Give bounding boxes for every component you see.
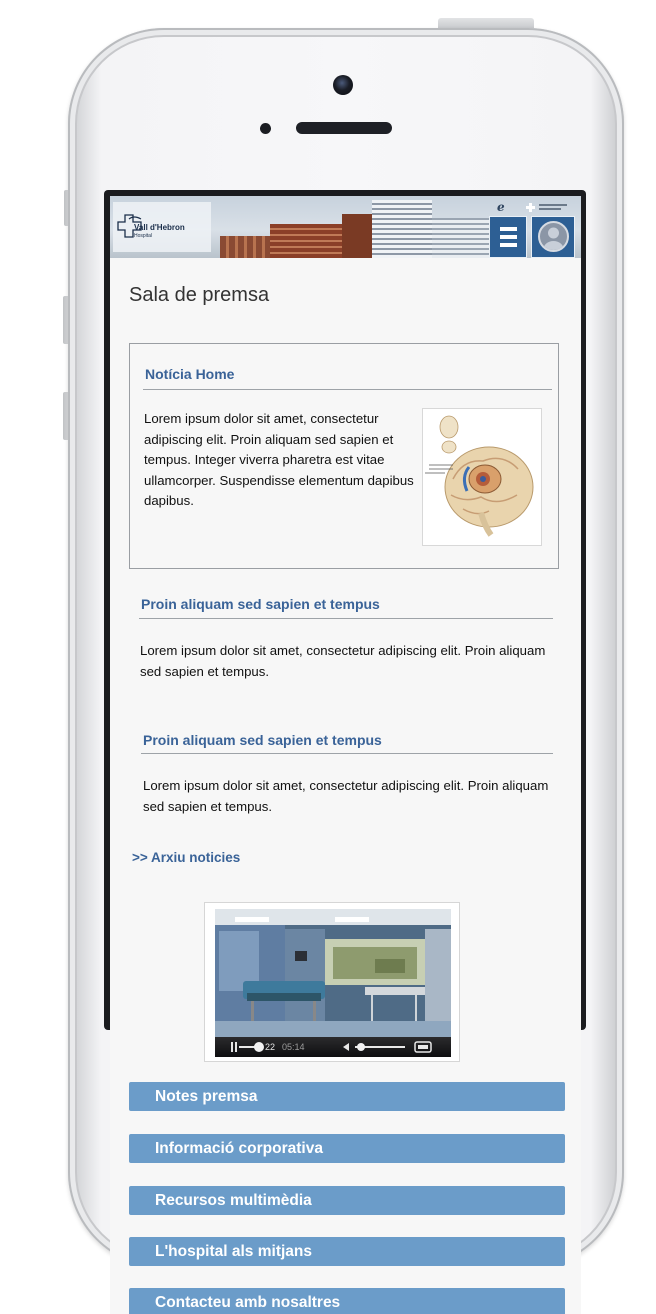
sensor-icon: [260, 123, 271, 134]
video-current-time: 22: [265, 1042, 276, 1052]
video-duration: 05:14: [282, 1042, 305, 1052]
nav-button-contacteu[interactable]: Contacteu amb nosaltres: [129, 1288, 565, 1314]
nav-button-recursos-multimedia[interactable]: Recursos multimèdia: [129, 1186, 565, 1215]
archive-link[interactable]: >> Arxiu noticies: [132, 850, 240, 865]
video-player[interactable]: 22 05:14: [204, 902, 460, 1062]
hospital-logo[interactable]: Vall d'Hebron Hospital: [113, 202, 211, 252]
pause-icon: [231, 1042, 237, 1052]
featured-news-title[interactable]: Notícia Home: [145, 366, 234, 382]
partner-logo-icon: e: [497, 200, 567, 214]
logo-sub: Hospital: [134, 233, 153, 239]
building-illustration: [372, 200, 432, 258]
divider: [143, 389, 552, 390]
partner-logos: e: [493, 200, 573, 214]
nav-button-hospital-als-mitjans[interactable]: L'hospital als mitjans: [129, 1237, 565, 1266]
featured-news-text: Lorem ipsum dolor sit amet, consectetur …: [144, 411, 414, 508]
building-illustration: [432, 218, 490, 258]
featured-news-box: Notícia Home Lorem ipsum dolor sit amet,…: [129, 343, 559, 569]
header-banner: Vall d'Hebron Hospital e: [110, 196, 581, 258]
camera-icon: [333, 75, 353, 95]
volume-icon: [343, 1043, 349, 1051]
brain-illustration-icon[interactable]: [422, 408, 542, 546]
page-content: Vall d'Hebron Hospital e Sala de premsa …: [110, 196, 581, 1314]
news-item-text: Lorem ipsum dolor sit amet, consectetur …: [143, 778, 549, 814]
page-title: Sala de premsa: [129, 284, 270, 306]
menu-button[interactable]: [489, 216, 527, 258]
user-avatar-icon: [538, 221, 569, 252]
building-illustration: [342, 214, 372, 258]
news-item-title[interactable]: Proin aliquam sed sapien et tempus: [143, 732, 382, 748]
fullscreen-icon: [414, 1041, 432, 1053]
video-controls: 22 05:14: [215, 1037, 451, 1057]
nav-button-informacio-corporativa[interactable]: Informació corporativa: [129, 1134, 565, 1163]
user-button[interactable]: [531, 216, 575, 258]
speaker-grille: [296, 122, 392, 134]
news-item-text: Lorem ipsum dolor sit amet, consectetur …: [140, 643, 546, 679]
news-item-title[interactable]: Proin aliquam sed sapien et tempus: [141, 596, 380, 612]
video-thumbnail[interactable]: 22 05:14: [215, 909, 451, 1057]
svg-text:e: e: [497, 200, 505, 214]
divider: [139, 618, 553, 619]
logo-name: Vall d'Hebron: [134, 223, 185, 232]
nav-button-notes-premsa[interactable]: Notes premsa: [129, 1082, 565, 1111]
